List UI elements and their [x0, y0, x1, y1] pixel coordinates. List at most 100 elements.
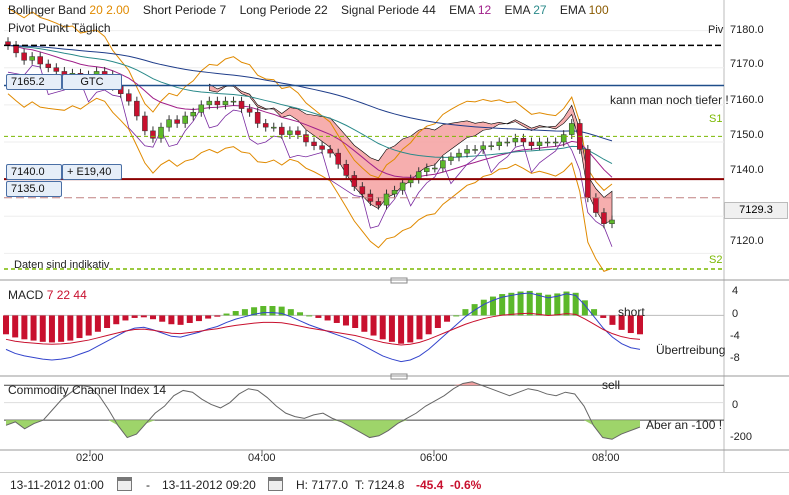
candle-body	[343, 164, 349, 176]
footer-dash: -	[146, 478, 150, 492]
candle-body	[424, 167, 430, 172]
legend-signal-val: 44	[422, 3, 436, 17]
candle-body	[552, 141, 559, 144]
price-tick-7180: 7180.0	[730, 24, 764, 36]
macd-bar	[186, 315, 193, 323]
macd-bar	[342, 315, 349, 326]
macd-tick-minus8: -8	[730, 352, 740, 364]
macd-param-3: 44	[73, 288, 87, 302]
legend-bollinger-val2: 2.00	[106, 3, 130, 17]
macd-bar	[444, 315, 451, 322]
candle-body	[246, 108, 253, 113]
candle-body	[512, 138, 519, 143]
cci-tick-minus200: -200	[730, 431, 753, 443]
macd-bar	[223, 313, 230, 316]
calendar-to-icon[interactable]	[268, 477, 283, 491]
macd-param-2: 22	[56, 288, 71, 302]
order-e-tag[interactable]: + E19,40	[62, 164, 122, 180]
subtitle-pivot: Pivot Punkt Täglich	[8, 21, 111, 35]
macd-bar	[104, 315, 111, 328]
candle-body	[496, 141, 503, 146]
last-price-badge: 7129.3	[724, 202, 788, 219]
macd-tick-0: 0	[732, 308, 739, 320]
candle-body	[568, 123, 575, 135]
legend-short-val: 7	[219, 3, 227, 17]
candle-body	[303, 134, 309, 143]
price-tick-7170: 7170.0	[730, 58, 764, 70]
macd-bar	[94, 315, 101, 332]
candle-body	[150, 130, 156, 139]
macd-bar	[159, 315, 166, 322]
candle-body	[536, 141, 543, 146]
annotation-sell: sell	[602, 378, 621, 392]
candle-body	[37, 56, 43, 65]
legend-ema1-label: EMA	[449, 3, 475, 17]
candle-body	[375, 201, 382, 206]
cci-title-label: Commodity Channel Index	[8, 383, 150, 397]
candle-body	[254, 112, 261, 124]
macd-bar	[131, 315, 138, 318]
macd-bar	[572, 292, 579, 316]
candle-body	[472, 149, 478, 151]
macd-bar	[517, 291, 524, 316]
macd-bar	[58, 315, 65, 342]
candle-body	[214, 100, 221, 106]
macd-bar	[30, 315, 37, 341]
legend-long-label: Long Periode	[239, 3, 311, 17]
price-tick-7140: 7140.0	[730, 164, 764, 176]
macd-tick-minus4: -4	[730, 330, 740, 342]
legend-long-val: 22	[314, 3, 328, 17]
candle-body	[520, 138, 527, 143]
candle-body	[585, 149, 591, 198]
order-gtc-tag[interactable]: GTC	[62, 74, 122, 90]
candle-body	[609, 219, 615, 224]
x-tick-0600: 06:00	[420, 452, 448, 464]
candle-body	[383, 193, 390, 206]
candle-body	[174, 119, 180, 124]
macd-bar	[67, 315, 74, 341]
candle-body	[311, 141, 317, 146]
macd-bar	[563, 291, 570, 316]
macd-title-label: MACD	[8, 288, 44, 302]
macd-bar	[315, 315, 322, 318]
macd-param-1: 7	[46, 288, 54, 302]
order-stop-price[interactable]: 7135.0	[6, 181, 62, 197]
candle-body	[448, 156, 454, 161]
footer-from-date[interactable]: 13-11-2012 01:00	[10, 478, 104, 492]
candle-body	[327, 149, 333, 154]
candle-body	[432, 167, 438, 170]
footer-change-pct: -0.6%	[450, 478, 482, 492]
s1-label: S1	[709, 113, 723, 125]
macd-bar	[287, 309, 294, 316]
x-tick-0200: 02:00	[76, 452, 104, 464]
pivot-label: Piv	[708, 24, 724, 36]
macd-bar	[76, 315, 83, 339]
macd-bar	[269, 306, 276, 316]
candle-body	[142, 115, 148, 132]
legend-bollinger-val1: 20	[89, 3, 103, 17]
background	[0, 0, 789, 472]
candle-body	[126, 93, 132, 102]
macd-bar	[333, 315, 340, 323]
order-gtc-price[interactable]: 7165.2	[6, 74, 62, 90]
order-e-price[interactable]: 7140.0	[6, 164, 62, 180]
candle-body	[504, 141, 511, 144]
macd-bar	[480, 299, 487, 316]
candle-body	[391, 190, 398, 195]
calendar-from-icon[interactable]	[117, 477, 132, 491]
legend-signal-label: Signal Periode	[341, 3, 420, 17]
cci-title: Commodity Channel Index 14	[8, 383, 166, 397]
footer-to-date[interactable]: 13-11-2012 09:20	[162, 478, 256, 492]
legend-short-label: Short Periode	[142, 3, 217, 17]
candle-body	[335, 152, 341, 165]
macd-bar	[168, 315, 175, 325]
legend-header: Bollinger Band 20 2.00 Short Periode 7 L…	[8, 3, 609, 17]
macd-bar	[177, 315, 184, 325]
candle-body	[190, 112, 196, 117]
cci-param: 14	[152, 383, 167, 397]
s2-label: S2	[709, 254, 723, 266]
candle-body	[560, 134, 567, 143]
candle-body	[29, 56, 35, 61]
candle-body	[238, 100, 245, 109]
candle-body	[456, 152, 462, 158]
